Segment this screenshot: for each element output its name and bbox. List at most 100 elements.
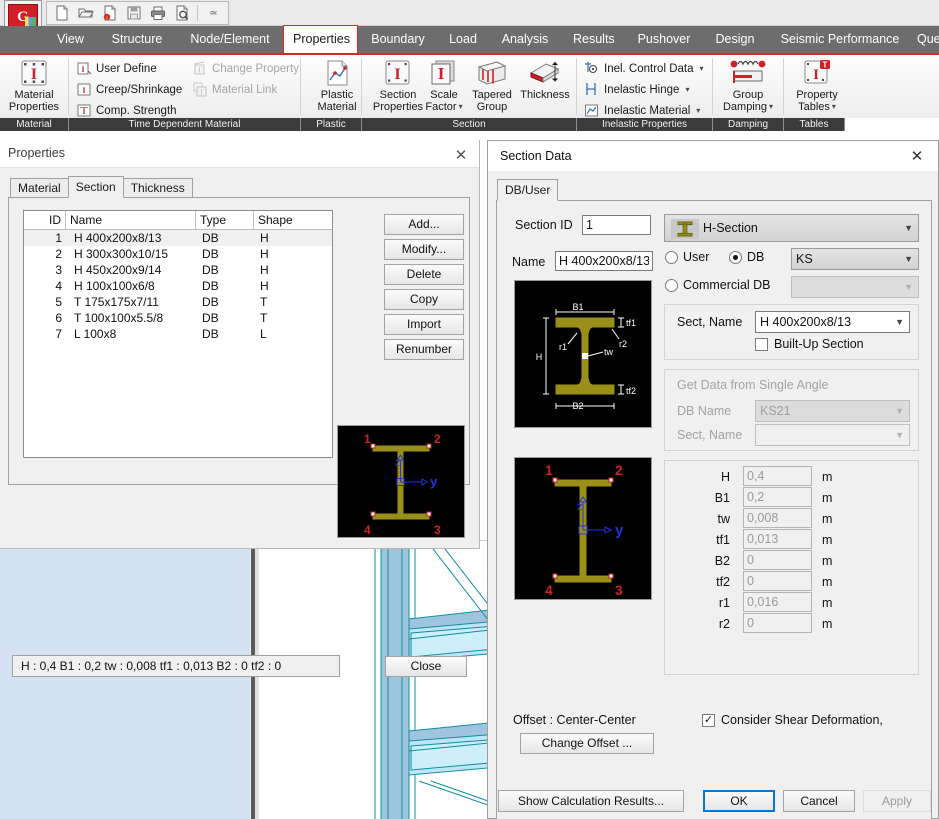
section-properties-icon: I [383,57,413,89]
group-damping-icon [727,57,769,89]
tab-material[interactable]: Material [10,178,69,198]
inel-control-data-button[interactable]: Inel. Control Data ▾ [584,59,704,78]
consider-shear-deformation-checkbox[interactable]: ✓ Consider Shear Deformation, [702,713,883,727]
user-define-button[interactable]: I User Define [76,59,157,78]
sect-name-combo[interactable]: H 400x200x8/13 ▼ [755,311,910,333]
toolbar-overflow-icon[interactable]: ≃ [202,3,225,24]
table-row[interactable]: 1 H 400x200x8/13 DB H [24,230,332,246]
import-button[interactable]: Import [384,314,464,335]
tab-boundary[interactable]: Boundary [362,26,434,53]
node-label-3: 3 [434,523,441,537]
section-list-grid[interactable]: ID Name Type Shape 1 H 400x200x8/13 DB H… [23,210,333,458]
tab-structure[interactable]: Structure [100,26,174,53]
property-tables-button[interactable]: I T Property Tables▾ [786,57,848,113]
chevron-down-icon[interactable]: ▼ [904,249,913,269]
scale-factor-label-1: Scale [430,89,458,101]
close-icon[interactable]: ✕ [902,145,932,167]
table-row[interactable]: 6 T 100x100x5.5/8 DB T [24,310,332,326]
table-row[interactable]: 4 H 100x100x6/8 DB H [24,278,332,294]
ok-button[interactable]: OK [703,790,775,812]
grid-header-row: ID Name Type Shape [24,211,332,230]
inelastic-hinge-button[interactable]: Inelastic Hinge ▾ [584,80,689,99]
chevron-down-icon[interactable]: ▾ [685,85,689,94]
dim-input-b1[interactable] [743,487,812,507]
single-angle-title: Get Data from Single Angle [677,378,828,392]
tapered-group-button[interactable]: Tapered Group [464,57,520,113]
section-shape-combo[interactable]: H-Section ▼ [664,214,919,242]
name-input[interactable] [555,251,653,271]
tab-properties[interactable]: Properties [283,25,358,53]
chevron-down-icon[interactable]: ▾ [769,101,773,113]
chevron-down-icon[interactable]: ▾ [696,106,700,115]
print-preview-icon[interactable] [170,3,193,24]
scale-factor-button[interactable]: I Scale Factor▾ [418,57,470,113]
dim-input-tf2[interactable] [743,571,812,591]
dim-input-h[interactable] [743,466,812,486]
radio-db[interactable]: DB [729,250,764,264]
tab-seismic-performance[interactable]: Seismic Performance [770,26,910,53]
delete-button[interactable]: Delete [384,264,464,285]
new-file-icon[interactable] [50,3,73,24]
tab-pushover[interactable]: Pushover [628,26,700,53]
table-row[interactable]: 7 L 100x8 DB L [24,326,332,342]
chevron-down-icon[interactable]: ▾ [700,64,704,73]
close-button[interactable]: Close [385,656,467,677]
tab-design[interactable]: Design [706,26,764,53]
group-damping-button[interactable]: Group Damping▾ [715,57,781,113]
properties-panel-titlebar: Properties ✕ [0,140,479,168]
import-file-icon[interactable]: i [98,3,121,24]
add-button[interactable]: Add... [384,214,464,235]
print-icon[interactable] [146,3,169,24]
dim-input-tf1[interactable] [743,529,812,549]
chevron-down-icon[interactable]: ▾ [459,101,463,113]
cell-shape: H [254,262,312,278]
tab-results[interactable]: Results [564,26,622,53]
section-id-input[interactable] [582,215,651,235]
thickness-button[interactable]: Thickness [514,57,576,101]
chevron-down-icon[interactable]: ▼ [904,215,913,241]
change-offset-button[interactable]: Change Offset ... [520,733,654,754]
tab-section[interactable]: Section [68,176,124,198]
radio-commercial-db[interactable]: Commercial DB [665,278,771,292]
ribbon-group-label-tables: Tables [784,118,845,131]
diagram-label-tw: tw [604,347,614,357]
grid-header-name[interactable]: Name [66,211,196,229]
open-file-icon[interactable] [74,3,97,24]
tab-db-user[interactable]: DB/User [497,179,558,201]
tab-query[interactable]: Que [908,26,939,53]
viewport-left-pane[interactable] [0,540,250,819]
table-row[interactable]: 2 H 300x300x10/15 DB H [24,246,332,262]
tab-node-element[interactable]: Node/Element [180,26,280,53]
cancel-button[interactable]: Cancel [783,790,855,812]
grid-header-type[interactable]: Type [196,211,254,229]
creep-shrinkage-button[interactable]: I Creep/Shrinkage [76,80,182,99]
chevron-down-icon[interactable]: ▼ [895,312,904,332]
copy-button[interactable]: Copy [384,289,464,310]
grid-header-shape[interactable]: Shape [254,211,312,229]
group-damping-label-1: Group [733,89,764,101]
close-icon[interactable]: ✕ [451,145,471,165]
grid-header-id[interactable]: ID [24,211,66,229]
dim-input-tw[interactable] [743,508,812,528]
tab-thickness[interactable]: Thickness [123,178,193,198]
dim-input-r1[interactable] [743,592,812,612]
renumber-button[interactable]: Renumber [384,339,464,360]
tab-load[interactable]: Load [440,26,486,53]
material-properties-icon: I [19,57,49,89]
show-calculation-results-button[interactable]: Show Calculation Results... [498,790,684,812]
modify-button[interactable]: Modify... [384,239,464,260]
table-row[interactable]: 3 H 450x200x9/14 DB H [24,262,332,278]
radio-user[interactable]: User [665,250,709,264]
material-properties-button[interactable]: I Material Properties [0,57,68,113]
viewport-splitter[interactable] [250,540,259,819]
dim-input-b2[interactable] [743,550,812,570]
table-row[interactable]: 5 T 175x175x7/11 DB T [24,294,332,310]
radio-commercial-db-label: Commercial DB [683,278,771,292]
save-file-icon[interactable] [122,3,145,24]
built-up-section-checkbox[interactable]: Built-Up Section [755,337,864,351]
dim-input-r2[interactable] [743,613,812,633]
db-standard-combo[interactable]: KS ▼ [791,248,919,270]
tab-view[interactable]: View [48,26,92,53]
tab-analysis[interactable]: Analysis [492,26,558,53]
chevron-down-icon[interactable]: ▾ [832,101,836,113]
